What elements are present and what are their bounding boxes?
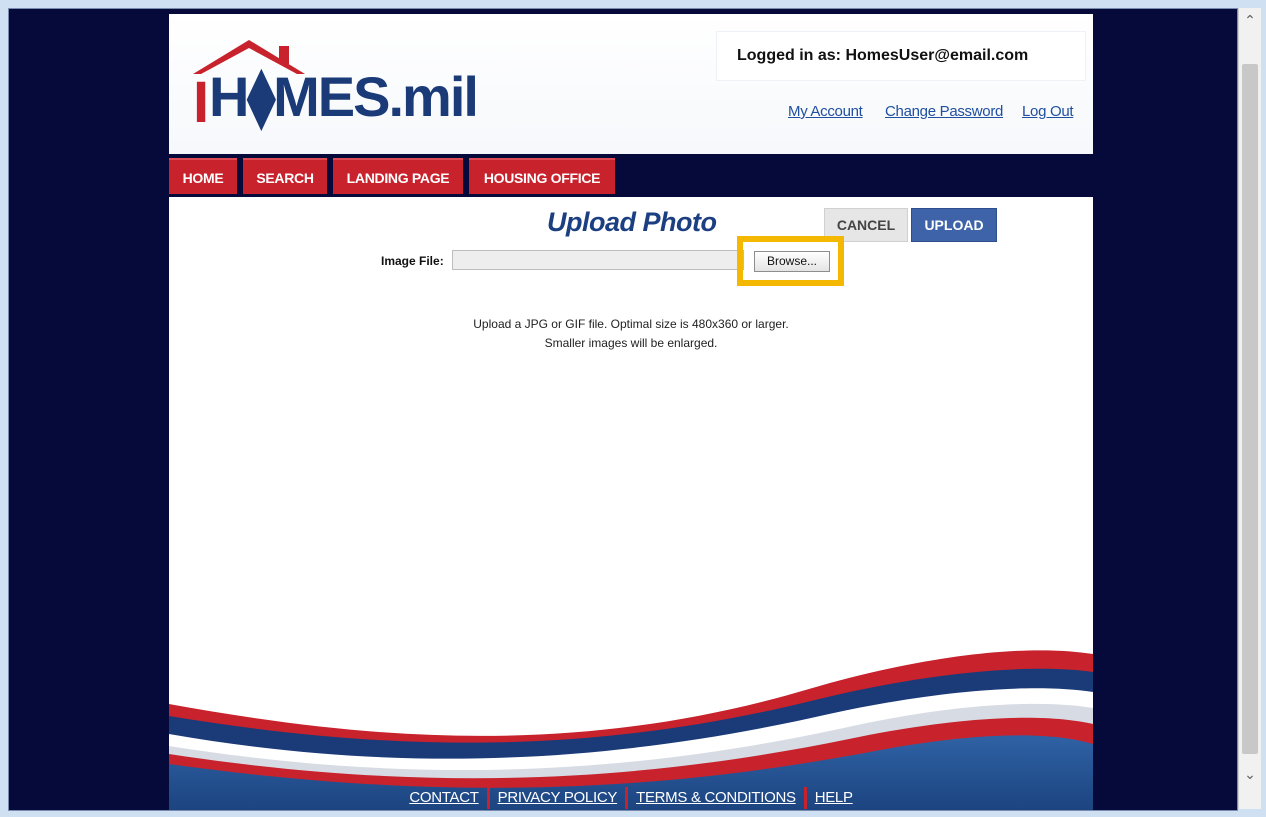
upload-help-line2: Smaller images will be enlarged. <box>544 336 718 350</box>
footer-terms-link[interactable]: TERMS & CONDITIONS <box>628 789 804 806</box>
logged-in-text: Logged in as: HomesUser@email.com <box>737 47 1029 64</box>
svg-text:I: I <box>193 70 207 134</box>
log-out-link[interactable]: Log Out <box>1022 103 1074 120</box>
upload-help-line1: Upload a JPG or GIF file. Optimal size i… <box>473 317 789 331</box>
logo-text: H⧫MES.mil <box>209 65 479 128</box>
login-status: Logged in as: HomesUser@email.com <box>717 32 1085 80</box>
footer-links: CONTACT PRIVACY POLICY TERMS & CONDITIONS H… <box>169 787 1093 809</box>
footer-contact-link[interactable]: CONTACT <box>401 789 486 806</box>
nav-tab-housing-office[interactable]: HOUSING OFFICE <box>469 158 615 194</box>
footer-wave-graphic <box>169 650 1093 810</box>
nav-tab-home[interactable]: HOME <box>169 158 237 194</box>
scroll-down-icon[interactable]: ⌄ <box>1239 764 1261 786</box>
image-file-field[interactable] <box>452 250 744 270</box>
vertical-scrollbar[interactable]: ⌃ ⌄ <box>1238 8 1261 809</box>
image-file-label: Image File: <box>381 254 444 268</box>
homes-mil-logo[interactable]: I H⧫MES.mil <box>187 34 517 135</box>
browser-viewport: I H⧫MES.mil Logged in as: HomesUser@emai… <box>8 8 1238 811</box>
nav-tab-search[interactable]: SEARCH <box>243 158 327 194</box>
nav-tab-landing-page[interactable]: LANDING PAGE <box>333 158 463 194</box>
footer-help-link[interactable]: HELP <box>807 789 861 806</box>
my-account-link[interactable]: My Account <box>788 103 863 120</box>
homes-page: I H⧫MES.mil Logged in as: HomesUser@emai… <box>169 14 1093 810</box>
change-password-link[interactable]: Change Password <box>885 103 1003 120</box>
footer-privacy-policy-link[interactable]: PRIVACY POLICY <box>490 789 625 806</box>
scroll-up-icon[interactable]: ⌃ <box>1239 10 1261 32</box>
scrollbar-thumb[interactable] <box>1242 64 1258 754</box>
page-title: Upload Photo <box>547 207 717 237</box>
upload-button[interactable]: UPLOAD <box>911 208 997 242</box>
browse-highlight-box <box>737 236 844 286</box>
main-nav: HOME SEARCH LANDING PAGE HOUSING OFFICE <box>169 154 1093 197</box>
site-header: I H⧫MES.mil Logged in as: HomesUser@emai… <box>169 14 1093 154</box>
